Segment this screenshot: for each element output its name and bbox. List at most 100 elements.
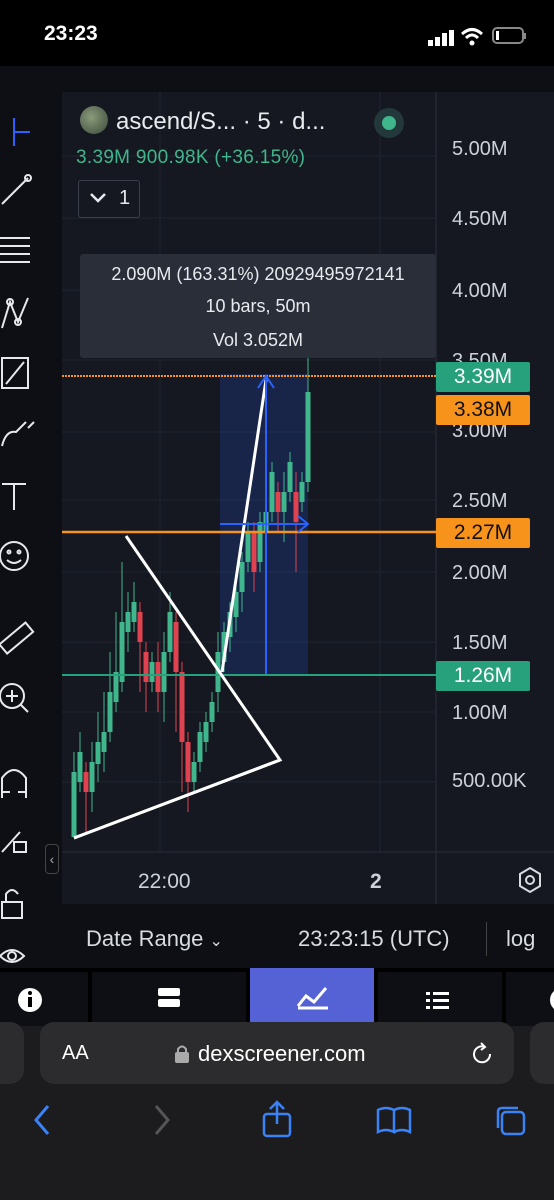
- tooltip-bars: 10 bars, 50m: [205, 296, 311, 316]
- candle-body: [245, 532, 251, 562]
- next-tab-peek: [530, 1022, 554, 1084]
- collapse-toolbar-button[interactable]: ‹: [45, 844, 59, 874]
- candle-body: [113, 672, 119, 702]
- candle-body: [161, 652, 167, 692]
- candle-body: [203, 722, 209, 742]
- token-avatar[interactable]: [80, 106, 108, 134]
- url-text[interactable]: dexscreener.com: [198, 1041, 366, 1067]
- lock-icon[interactable]: [1, 889, 23, 919]
- measure-tooltip: 2.090M (163.31%) 20929495972141 10 bars,…: [80, 254, 436, 358]
- share-icon[interactable]: [262, 1100, 292, 1143]
- candle-body: [131, 602, 137, 622]
- y-tick-label: 2.00M: [452, 562, 508, 584]
- candle-body: [167, 612, 173, 652]
- eye-icon[interactable]: [0, 949, 26, 963]
- tab-trades[interactable]: [378, 972, 502, 1026]
- tabs-icon[interactable]: [494, 1104, 528, 1143]
- magnet-icon[interactable]: [0, 769, 27, 798]
- reload-icon[interactable]: [470, 1042, 494, 1071]
- candle-body: [155, 662, 161, 692]
- tab-info[interactable]: [0, 972, 88, 1026]
- tooltip-volume: Vol 3.052M: [212, 330, 304, 350]
- back-icon[interactable]: [30, 1104, 54, 1141]
- candle-body: [287, 462, 293, 492]
- signal-icon: [428, 30, 456, 46]
- live-indicator-icon: [374, 108, 404, 138]
- lock-pencil-icon[interactable]: [1, 831, 27, 853]
- candle-body: [185, 742, 191, 782]
- crosshair-icon[interactable]: [13, 118, 30, 146]
- candle-body: [173, 622, 179, 672]
- candle-body: [95, 742, 101, 764]
- candle-body: [269, 472, 275, 512]
- tab-overview[interactable]: [92, 972, 246, 1026]
- zoom-in-icon[interactable]: [0, 683, 29, 713]
- candle-body: [149, 662, 155, 682]
- tab-chart[interactable]: [250, 968, 374, 1026]
- tooltip-change: 2.090M (163.31%) 20929495972141: [111, 264, 405, 284]
- candle-body: [293, 492, 299, 522]
- bookmarks-icon[interactable]: [376, 1106, 412, 1139]
- pattern-icon[interactable]: [1, 297, 29, 329]
- last-price: 3.39M: [76, 147, 131, 168]
- date-range-button[interactable]: Date Range ⌄: [86, 926, 223, 952]
- brush-icon[interactable]: [1, 421, 35, 447]
- forward-icon[interactable]: [150, 1104, 174, 1141]
- y-tick-label: 4.50M: [452, 208, 508, 230]
- prev-tab-peek: [0, 1022, 24, 1084]
- candle-body: [119, 622, 125, 682]
- log-scale-toggle[interactable]: log: [506, 926, 535, 952]
- tab-more[interactable]: [506, 972, 554, 1026]
- candle-body: [299, 482, 305, 502]
- candle-body: [281, 492, 287, 512]
- y-tick-label: 1.00M: [452, 702, 508, 724]
- indicators-toggle-button[interactable]: 1: [78, 180, 140, 218]
- candle-body: [275, 492, 281, 512]
- chevron-down-icon: ⌄: [209, 933, 223, 950]
- candle-body: [191, 762, 197, 782]
- candle-body: [179, 672, 185, 742]
- drawing-toolbar: [0, 66, 56, 968]
- candle-body: [77, 752, 83, 782]
- volume: 900.98K: [135, 147, 209, 168]
- candle-body: [197, 732, 203, 762]
- text-tool-icon[interactable]: [2, 483, 26, 510]
- chart-settings-icon[interactable]: [516, 866, 544, 899]
- candle-body: [209, 702, 215, 722]
- y-tick-label: 5.00M: [452, 138, 508, 160]
- horizontal-lines-icon[interactable]: [0, 237, 30, 263]
- x-tick-label: 2: [370, 870, 382, 893]
- dexscreener-tab-bar: [0, 968, 554, 1026]
- change-percent: (+36.15%): [214, 147, 306, 168]
- chevron-down-icon: [89, 189, 107, 212]
- x-tick-label: 22:00: [138, 870, 191, 893]
- y-tick-label: 500.00K: [452, 770, 527, 792]
- candle-body: [137, 612, 143, 642]
- divider: [486, 922, 487, 956]
- chart-title[interactable]: ascend/S... · 5 · d...: [116, 108, 325, 136]
- candle-body: [125, 612, 131, 632]
- date-range-label: Date Range: [86, 926, 204, 951]
- emoji-icon[interactable]: [0, 541, 29, 571]
- reader-options-button[interactable]: AA: [62, 1042, 89, 1065]
- candle-body: [305, 392, 311, 482]
- y-tick-label: 1.50M: [452, 632, 508, 654]
- candle-body: [107, 692, 113, 732]
- trendline-icon[interactable]: [1, 174, 32, 205]
- candle-body: [239, 562, 245, 592]
- y-tick-label: 4.00M: [452, 280, 508, 302]
- timezone-button[interactable]: 23:23:15 (UTC): [298, 926, 450, 952]
- triangle-base: [73, 758, 281, 840]
- candle-body: [251, 532, 257, 572]
- header-stats: 3.39M 900.98K (+36.15%): [76, 147, 305, 169]
- measure-icon[interactable]: [1, 357, 29, 389]
- y-tick-label: 2.50M: [452, 490, 508, 512]
- candle-body: [71, 772, 77, 837]
- candle-body: [101, 732, 107, 752]
- indicator-count: 1: [119, 187, 131, 209]
- ruler-icon[interactable]: [0, 621, 35, 656]
- candle-body: [257, 522, 263, 562]
- candle-body: [89, 762, 95, 792]
- candle-body: [83, 772, 89, 792]
- wifi-icon: [460, 27, 484, 52]
